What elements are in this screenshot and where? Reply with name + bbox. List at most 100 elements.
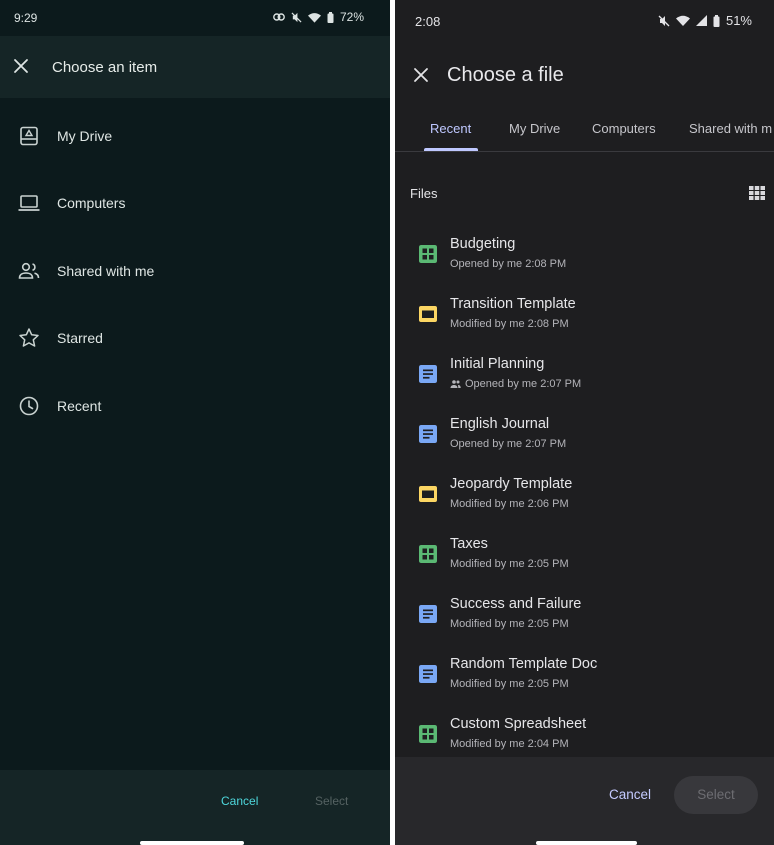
file-name: Jeopardy Template (450, 476, 573, 492)
mute-icon (291, 11, 302, 23)
status-time: 2:08 (415, 14, 441, 29)
location-label: My Drive (57, 127, 113, 144)
file-meta: Opened by me 2:08 PM (450, 258, 566, 270)
tab-computers[interactable]: Computers (592, 121, 656, 136)
shared-icon (450, 380, 461, 388)
file-row[interactable]: Initial Planning Opened by me 2:07 PM (395, 344, 774, 404)
location-item-starred[interactable]: Starred (0, 305, 390, 373)
location-item-computers[interactable]: Computers (0, 170, 390, 238)
file-row[interactable]: Jeopardy Template Modified by me 2:06 PM (395, 464, 774, 524)
grid-view-icon[interactable] (749, 186, 765, 200)
picker-header: Choose an item (0, 36, 390, 98)
battery-percent: 72% (339, 10, 364, 24)
file-row[interactable]: Taxes Modified by me 2:05 PM (395, 524, 774, 584)
slides-icon (419, 486, 437, 502)
active-tab-indicator (424, 148, 478, 151)
gesture-handle (140, 841, 244, 845)
file-name: Random Template Doc (450, 656, 598, 672)
status-bar: 9:29 72% (0, 0, 390, 36)
file-meta-text: Opened by me 2:07 PM (465, 378, 582, 390)
cancel-button[interactable]: Cancel (221, 794, 258, 808)
signal-icon (695, 15, 707, 26)
section-label: Files (410, 186, 438, 201)
location-label: Starred (57, 330, 103, 347)
picker-header: Choose a file (395, 36, 774, 114)
docs-icon (419, 425, 437, 443)
close-icon[interactable] (413, 67, 429, 83)
tab-shared-with-me[interactable]: Shared with m (689, 121, 772, 136)
file-name: English Journal (450, 416, 550, 432)
file-meta-text: Modified by me 2:05 PM (450, 558, 569, 570)
battery-percent: 51% (725, 13, 752, 28)
file-meta-text: Opened by me 2:08 PM (450, 258, 567, 270)
file-meta-text: Modified by me 2:08 PM (450, 318, 569, 330)
picker-footer: Cancel Select (395, 757, 774, 845)
clock-icon (19, 396, 39, 416)
select-button[interactable]: Select (674, 776, 758, 814)
picker-footer: Cancel Select (0, 770, 390, 845)
file-name: Success and Failure (450, 596, 582, 612)
sheets-icon (419, 545, 437, 563)
slides-icon (419, 306, 437, 322)
wifi-icon (307, 12, 321, 23)
docs-icon (419, 365, 437, 383)
drive-icon (20, 126, 38, 146)
file-name: Initial Planning (450, 356, 545, 372)
location-item-my-drive[interactable]: My Drive (0, 102, 390, 170)
select-button[interactable]: Select (315, 794, 348, 808)
file-meta: Opened by me 2:07 PM (450, 438, 566, 450)
file-row[interactable]: Transition Template Modified by me 2:08 P… (395, 284, 774, 344)
file-meta: Opened by me 2:07 PM (450, 378, 581, 390)
page-title: Choose an item (52, 59, 158, 76)
file-name: Budgeting (450, 236, 516, 252)
file-row[interactable]: Success and Failure Modified by me 2:05 P… (395, 584, 774, 644)
location-tabs: Recent My Drive Computers Shared with m (395, 114, 774, 152)
file-meta: Modified by me 2:05 PM (450, 678, 569, 690)
location-item-recent[interactable]: Recent (0, 372, 390, 440)
file-row[interactable]: English Journal Opened by me 2:07 PM (395, 404, 774, 464)
location-list: My Drive Computers Shared with me Starre… (0, 102, 390, 440)
location-item-shared-with-me[interactable]: Shared with me (0, 237, 390, 305)
file-name: Transition Template (450, 296, 576, 312)
docs-icon (419, 665, 437, 683)
file-list: Budgeting Opened by me 2:08 PM Transition … (395, 224, 774, 757)
file-meta: Modified by me 2:08 PM (450, 318, 569, 330)
location-label: Computers (57, 195, 126, 212)
battery-icon (713, 14, 720, 27)
left-screen: 9:29 72% Choose an item My Drive Compute… (0, 0, 390, 845)
laptop-icon (18, 195, 40, 212)
gesture-handle (536, 841, 637, 845)
file-name: Taxes (450, 536, 488, 552)
file-row[interactable]: Random Template Doc Modified by me 2:05 P… (395, 644, 774, 704)
file-name: Custom Spreadsheet (450, 716, 587, 732)
sheets-icon (419, 245, 437, 263)
file-row[interactable]: Budgeting Opened by me 2:08 PM (395, 224, 774, 284)
wifi-icon (675, 15, 690, 26)
location-label: Shared with me (57, 262, 155, 279)
file-meta: Modified by me 2:05 PM (450, 558, 569, 570)
sheets-icon (419, 725, 437, 743)
docs-icon (419, 605, 437, 623)
file-meta-text: Opened by me 2:07 PM (450, 438, 567, 450)
file-meta: Modified by me 2:06 PM (450, 498, 569, 510)
tab-recent[interactable]: Recent (430, 121, 471, 136)
status-bar: 2:08 51% (395, 0, 774, 36)
tab-my-drive[interactable]: My Drive (509, 121, 560, 136)
file-meta: Modified by me 2:05 PM (450, 618, 569, 630)
page-title: Choose a file (447, 64, 564, 86)
status-time: 9:29 (14, 11, 38, 25)
battery-icon (327, 11, 334, 23)
right-screen: 2:08 51% Choose a file Recent My Drive C… (395, 0, 774, 845)
file-meta-text: Modified by me 2:04 PM (450, 738, 569, 750)
people-icon (18, 262, 40, 279)
file-row[interactable]: Custom Spreadsheet Modified by me 2:04 PM (395, 704, 774, 757)
star-icon (19, 328, 39, 347)
file-meta: Modified by me 2:04 PM (450, 738, 569, 750)
link-icon (273, 13, 285, 21)
file-meta-text: Modified by me 2:06 PM (450, 498, 569, 510)
mute-icon (658, 15, 670, 26)
close-icon[interactable] (12, 57, 30, 75)
location-label: Recent (57, 397, 102, 414)
file-meta-text: Modified by me 2:05 PM (450, 618, 569, 630)
cancel-button[interactable]: Cancel (609, 787, 651, 802)
